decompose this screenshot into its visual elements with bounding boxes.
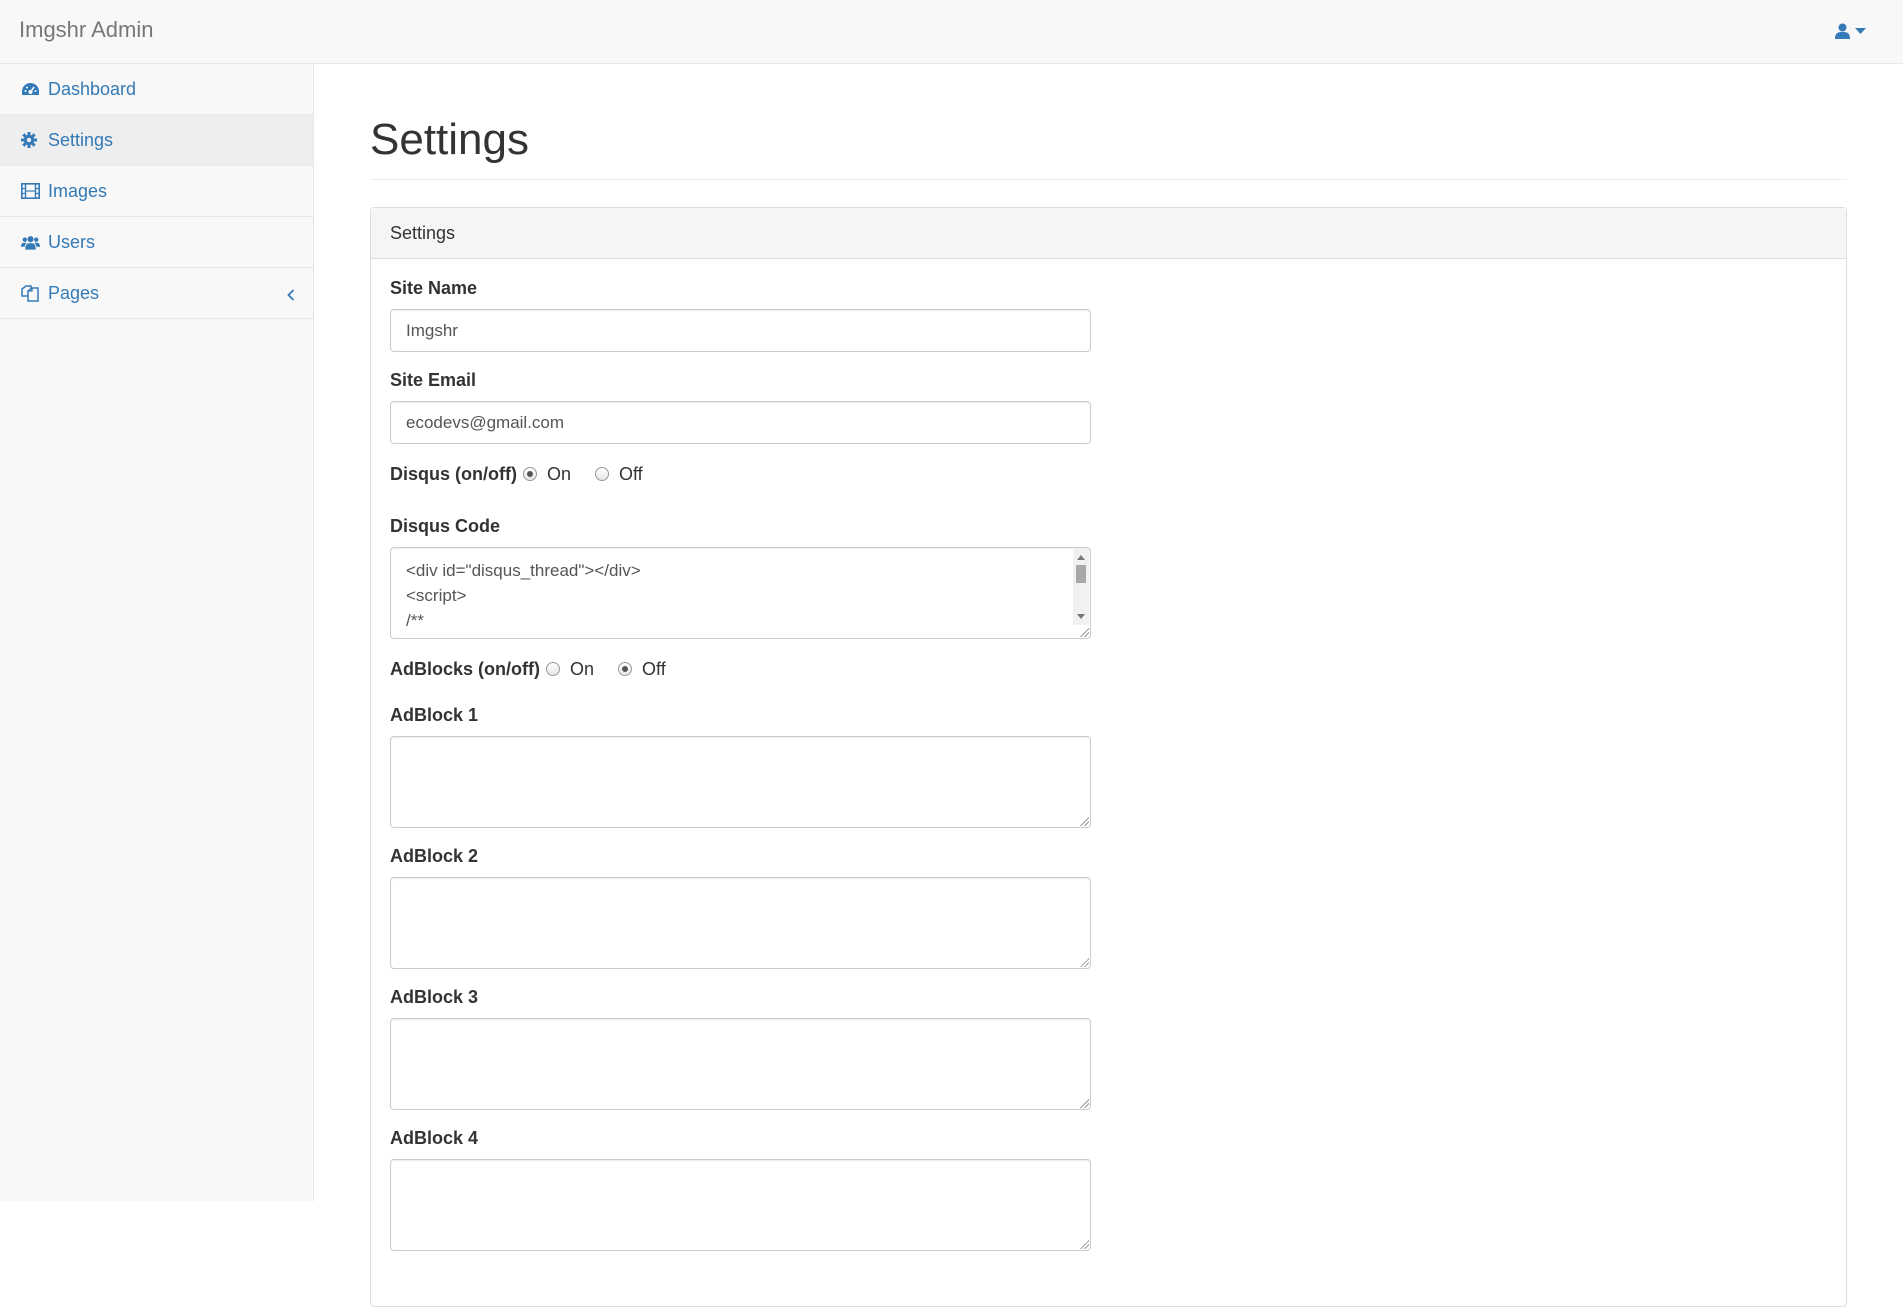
textarea-scrollbar[interactable] <box>1073 549 1089 625</box>
brand-link[interactable]: Imgshr Admin <box>19 17 154 43</box>
scroll-down-icon[interactable] <box>1077 614 1085 619</box>
sidebar-item-images[interactable]: Images <box>0 166 313 217</box>
users-icon <box>21 233 40 252</box>
disqus-code-text: <div id="disqus_thread"></div> <script> … <box>406 561 641 630</box>
adblocks-off-label: Off <box>642 658 666 679</box>
sidebar-item-label: Users <box>48 231 96 252</box>
user-icon <box>1835 23 1850 39</box>
settings-panel: Settings Site Name Imgshr Site Email eco… <box>370 207 1847 1307</box>
adblock4-label: AdBlock 4 <box>390 1128 479 1148</box>
sidebar-item-dashboard[interactable]: Dashboard <box>0 64 313 115</box>
panel-heading: Settings <box>371 208 1846 259</box>
sidebar-item-label: Images <box>48 180 108 201</box>
disqus-on-radio[interactable] <box>522 467 537 481</box>
top-navbar: Imgshr Admin <box>0 0 1903 64</box>
resize-handle-icon[interactable] <box>1079 1239 1089 1249</box>
adblock1-group: AdBlock 1 <box>390 705 1091 828</box>
sidebar-item-label: Pages <box>48 282 100 303</box>
resize-handle-icon[interactable] <box>1079 816 1089 826</box>
adblocks-off-radio[interactable] <box>618 662 633 676</box>
site-name-label: Site Name <box>390 278 478 298</box>
adblocks-on-option[interactable]: On <box>546 659 594 680</box>
site-name-input[interactable]: Imgshr <box>390 309 1091 352</box>
disqus-on-label: On <box>546 463 571 484</box>
adblock3-label: AdBlock 3 <box>390 987 479 1007</box>
resize-handle-icon[interactable] <box>1079 957 1089 967</box>
adblocks-toggle-label: AdBlocks (on/off) <box>390 658 540 679</box>
sidebar-item-users[interactable]: Users <box>0 217 313 268</box>
sidebar-item-label: Settings <box>48 129 114 150</box>
adblocks-on-label: On <box>570 658 595 679</box>
disqus-off-option[interactable]: Off <box>595 464 643 485</box>
adblocks-off-option[interactable]: Off <box>618 659 666 680</box>
adblock3-group: AdBlock 3 <box>390 987 1091 1110</box>
adblock4-textarea[interactable] <box>390 1159 1091 1251</box>
adblock1-textarea[interactable] <box>390 736 1091 828</box>
chevron-left-icon[interactable] <box>287 285 295 306</box>
pages-icon <box>21 284 40 303</box>
sidebar-item-pages[interactable]: Pages <box>0 268 313 319</box>
disqus-off-radio[interactable] <box>595 467 609 481</box>
disqus-toggle-group: Disqus (on/off) On Off <box>390 462 1827 486</box>
sidebar-item-settings[interactable]: Settings <box>0 115 313 166</box>
caret-down-icon <box>1855 27 1866 35</box>
disqus-code-label: Disqus Code <box>390 516 501 536</box>
resize-handle-icon[interactable] <box>1079 1098 1089 1108</box>
site-email-group: Site Email ecodevs@gmail.com <box>390 370 1091 444</box>
scroll-thumb[interactable] <box>1076 565 1086 583</box>
sidebar: Dashboard Settings Images Users Pages <box>0 64 314 1201</box>
adblock2-textarea[interactable] <box>390 877 1091 969</box>
adblock3-textarea[interactable] <box>390 1018 1091 1110</box>
adblock2-label: AdBlock 2 <box>390 846 479 866</box>
disqus-toggle-label: Disqus (on/off) <box>390 463 517 484</box>
adblock1-label: AdBlock 1 <box>390 705 479 725</box>
film-icon <box>21 182 40 201</box>
disqus-on-option[interactable]: On <box>522 463 571 485</box>
page-title: Settings <box>370 115 1847 180</box>
sidebar-item-label: Dashboard <box>48 78 137 99</box>
adblock2-group: AdBlock 2 <box>390 846 1091 969</box>
adblocks-on-radio[interactable] <box>546 662 560 676</box>
adblock4-group: AdBlock 4 <box>390 1128 1091 1251</box>
settings-form: Site Name Imgshr Site Email ecodevs@gmai… <box>371 259 1846 1288</box>
main-content: Settings Settings Site Name Imgshr Site … <box>370 64 1847 1307</box>
gear-icon <box>21 131 40 150</box>
site-name-group: Site Name Imgshr <box>390 278 1091 352</box>
site-email-input[interactable]: ecodevs@gmail.com <box>390 401 1091 444</box>
adblocks-toggle-group: AdBlocks (on/off) On Off <box>390 657 1827 681</box>
site-email-label: Site Email <box>390 370 477 390</box>
disqus-code-group: Disqus Code <div id="disqus_thread"></di… <box>390 516 1091 639</box>
user-menu-dropdown[interactable] <box>1835 19 1866 43</box>
dashboard-icon <box>21 80 40 99</box>
disqus-code-textarea[interactable]: <div id="disqus_thread"></div> <script> … <box>390 547 1091 639</box>
disqus-off-label: Off <box>619 463 643 484</box>
resize-handle-icon[interactable] <box>1079 627 1089 637</box>
scroll-up-icon[interactable] <box>1077 555 1085 560</box>
